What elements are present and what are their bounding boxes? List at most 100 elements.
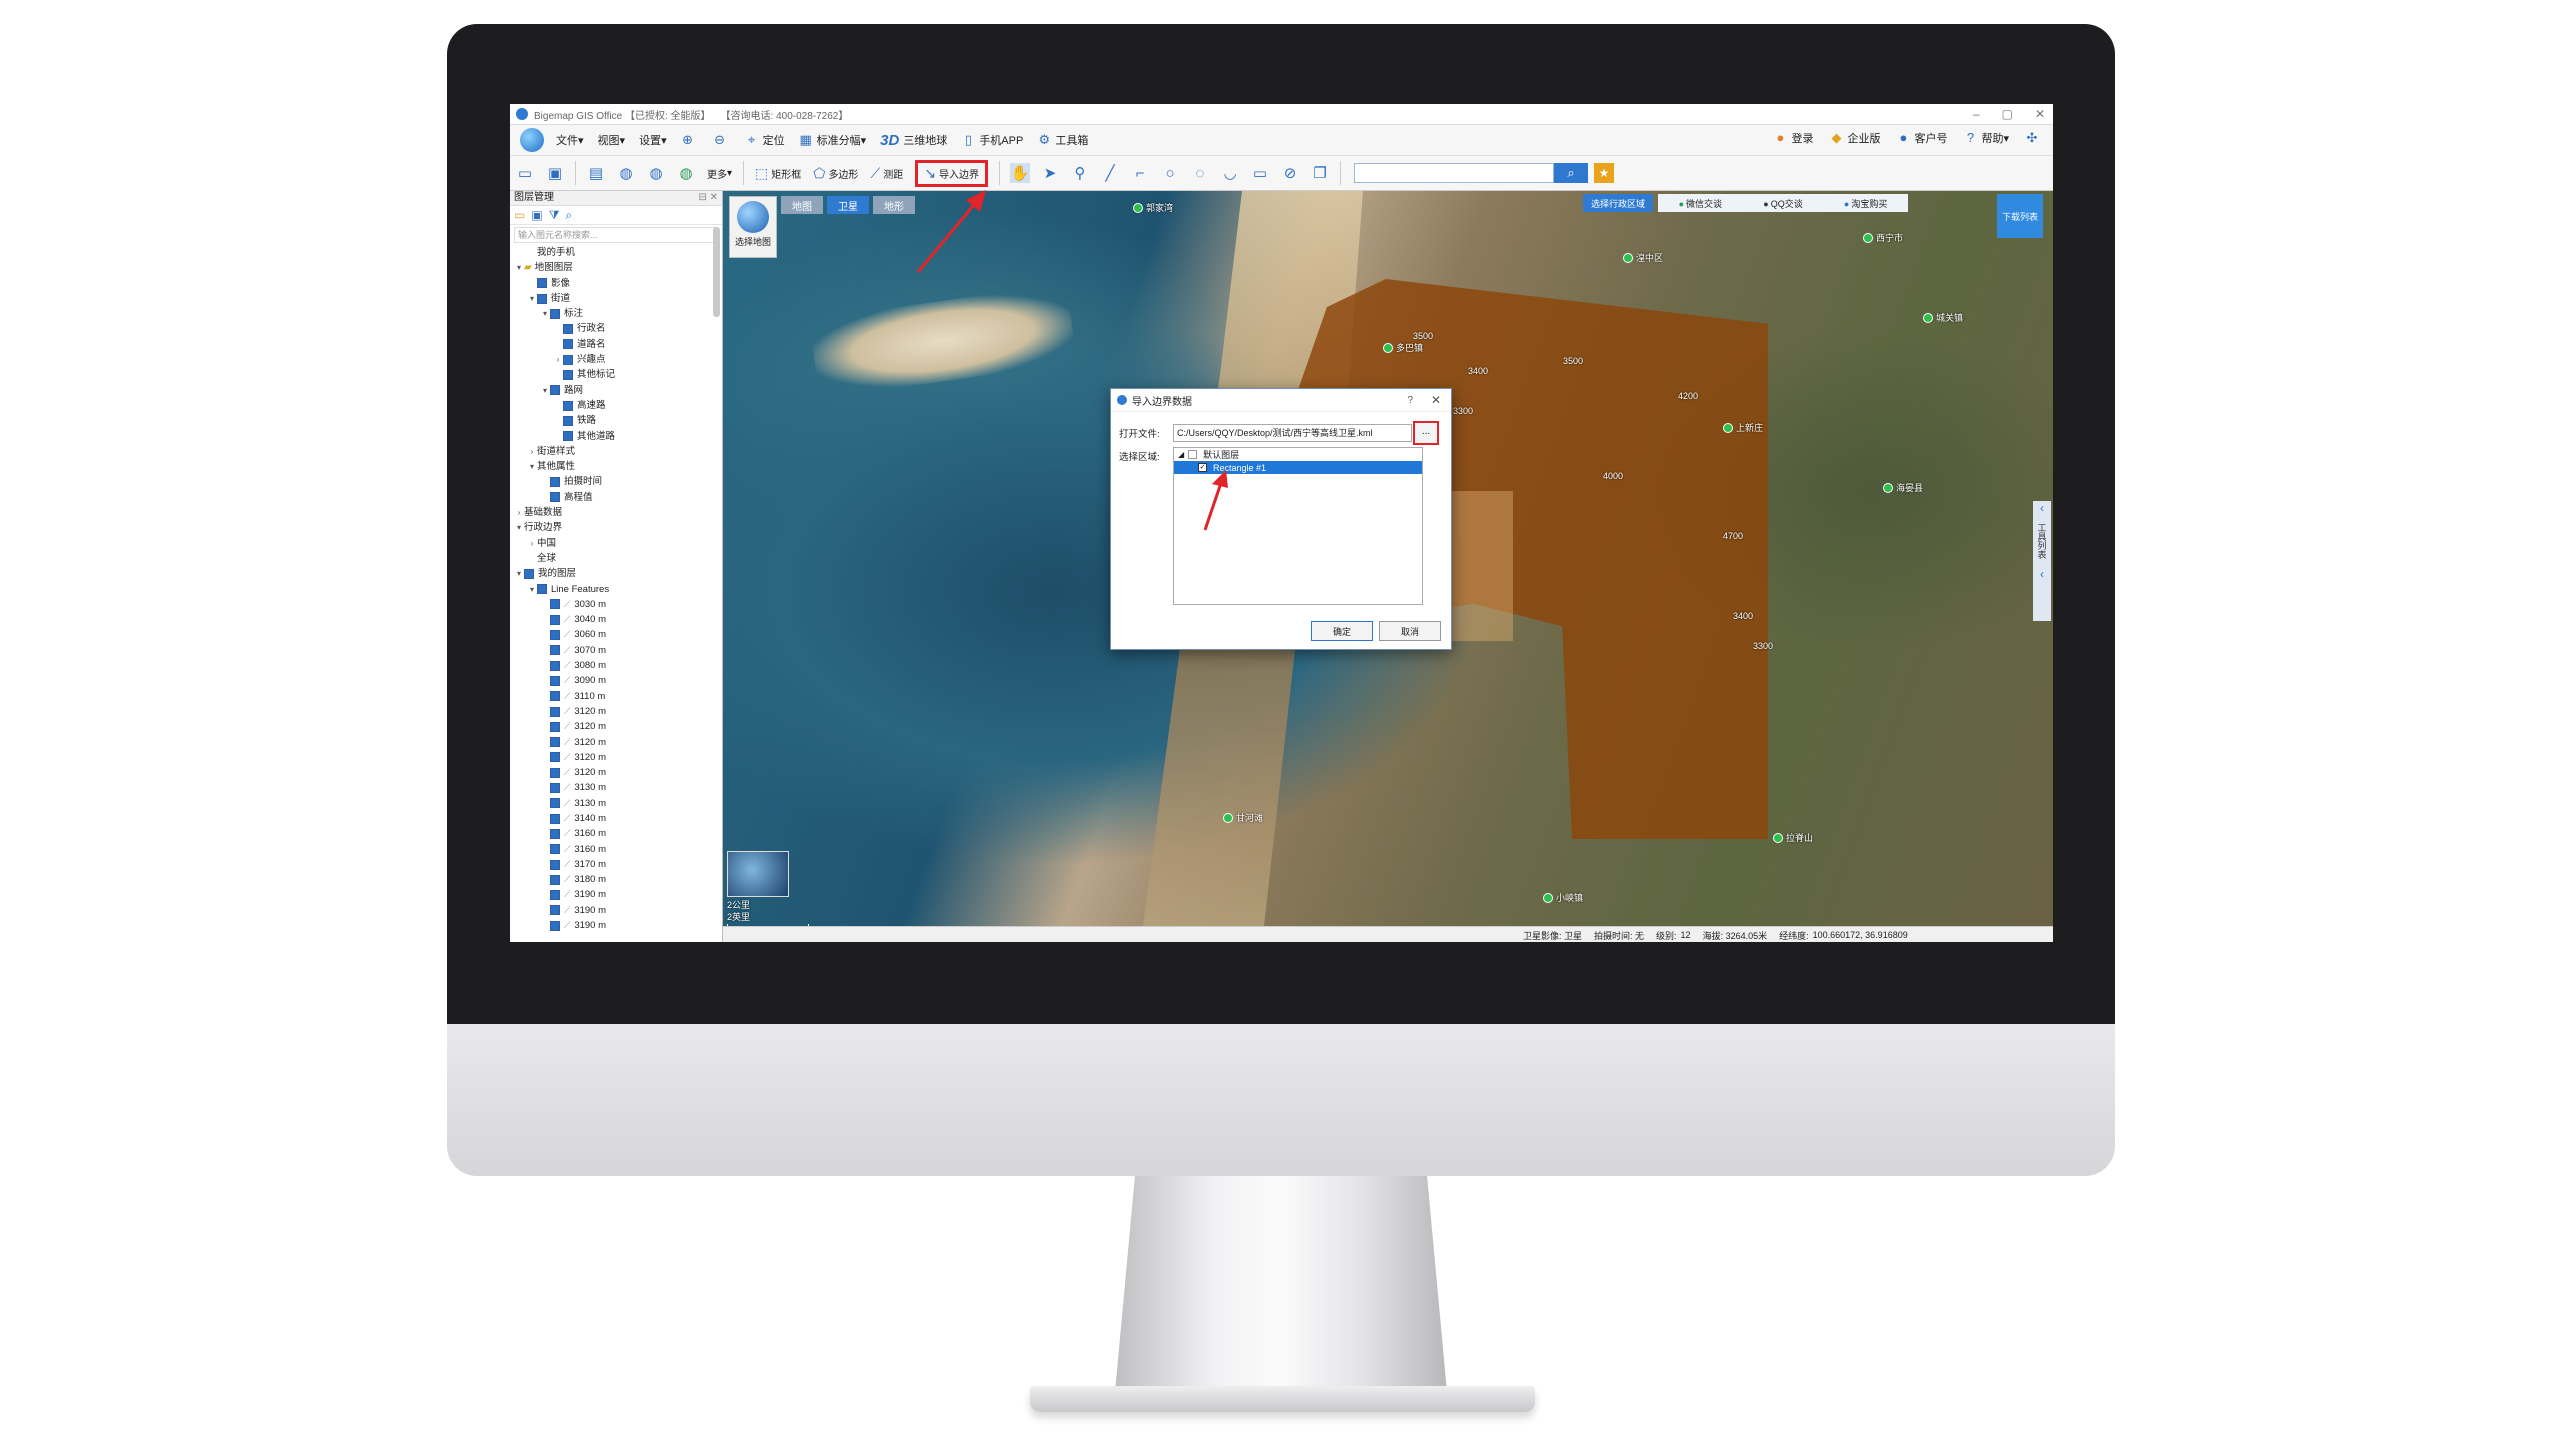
layer-checkbox[interactable] <box>563 339 573 350</box>
layer-checkbox[interactable] <box>550 798 560 809</box>
layer-tree-item[interactable]: ⟋ 3120 m <box>510 750 722 765</box>
layer-checkbox[interactable] <box>550 477 560 488</box>
layer-checkbox[interactable] <box>537 278 547 289</box>
layer-tree-item[interactable]: ⟋ 3030 m <box>510 597 722 612</box>
poi-label[interactable]: 西宁市 <box>1863 231 1903 244</box>
menu-phone-app[interactable]: ▯ 手机APP <box>961 132 1024 148</box>
layer-checkbox[interactable] <box>550 890 560 901</box>
layer-checkbox[interactable] <box>550 660 560 671</box>
maximize-icon[interactable]: ▢ <box>2002 107 2013 121</box>
layer-checkbox[interactable] <box>550 630 560 641</box>
zoom-in-button[interactable]: ⊕ <box>681 133 699 147</box>
poi-label[interactable]: 小峡镇 <box>1543 891 1583 904</box>
layer-checkbox[interactable] <box>550 614 560 625</box>
tab-map[interactable]: 地图 <box>781 196 823 214</box>
marker-icon[interactable]: ⚲ <box>1070 163 1090 183</box>
expand-icon[interactable]: ▾ <box>527 582 537 597</box>
poi-label[interactable]: 上新庄 <box>1723 421 1763 434</box>
import-boundary-button[interactable]: ↘ 导入边界 <box>915 159 988 187</box>
search-input[interactable] <box>1353 163 1554 183</box>
layer-tree-item[interactable]: ⟋ 3190 m <box>510 887 722 902</box>
ok-button[interactable]: 确定 <box>1311 621 1373 641</box>
login-button[interactable]: ● 登录 <box>1773 130 1814 146</box>
expand-icon[interactable]: ▾ <box>540 383 550 398</box>
help-button[interactable]: ? 帮助 ▾ <box>1963 130 2009 146</box>
expand-icon[interactable]: ◢ <box>1178 450 1184 459</box>
customer-button[interactable]: ● 客户号 <box>1896 130 1948 146</box>
expand-icon[interactable]: › <box>527 444 537 459</box>
zoom-out-button[interactable]: ⊖ <box>713 133 731 147</box>
layer-checkbox[interactable] <box>550 492 560 503</box>
layer-checkbox[interactable] <box>550 920 560 931</box>
layer-tree-item[interactable]: › 基础数据 <box>510 505 722 520</box>
layer-checkbox[interactable] <box>537 584 547 595</box>
download-list-button[interactable]: 下载列表 <box>1997 194 2043 238</box>
layer-tree-item[interactable]: ⟋ 3070 m <box>510 643 722 658</box>
search-button[interactable]: ⌕ <box>1553 163 1588 183</box>
globe-alt-icon[interactable]: ◍ <box>646 163 666 183</box>
poi-label[interactable]: 拉脊山 <box>1773 831 1813 844</box>
expand-icon[interactable]: ▾ <box>527 291 537 306</box>
rectangle-button[interactable]: ⬚ 矩形框 <box>755 165 801 182</box>
layer-tree-item[interactable]: › 兴趣点 <box>510 352 722 367</box>
menu-toolbox[interactable]: ⚙ 工具箱 <box>1037 132 1089 148</box>
layer-tree-item[interactable]: ⟋ 3120 m <box>510 765 722 780</box>
layer-checkbox[interactable] <box>563 324 573 335</box>
favorite-button[interactable]: ★ <box>1593 163 1614 183</box>
earth-icon[interactable]: ◍ <box>676 163 696 183</box>
layer-checkbox[interactable] <box>550 767 560 778</box>
layer-tree-item[interactable]: ▾ Line Features <box>510 582 722 597</box>
layer-tree-item[interactable]: 全球 <box>510 551 722 566</box>
layer-search-input[interactable]: 输入图元名称搜索... <box>514 227 718 243</box>
pan-hand-icon[interactable]: ✋ <box>1009 163 1030 183</box>
curve-icon[interactable]: ◌ <box>1190 163 1210 183</box>
layer-checkbox[interactable] <box>550 308 560 319</box>
save-icon[interactable]: ▣ <box>545 163 565 183</box>
search-layer-icon[interactable]: ⌕ <box>565 208 572 223</box>
layer-tree-item[interactable]: ⟋ 3180 m <box>510 872 722 887</box>
menu-locate[interactable]: ⌖ 定位 <box>745 132 785 148</box>
layer-tree-item[interactable]: › 中国 <box>510 536 722 551</box>
layer-tree-item[interactable]: ▾ 行政边界 <box>510 520 722 535</box>
layer-checkbox[interactable] <box>550 859 560 870</box>
layer-checkbox[interactable] <box>563 431 573 442</box>
more-button[interactable]: 更多 ▾ <box>707 166 732 181</box>
tab-satellite[interactable]: 卫星 <box>827 196 869 214</box>
layer-checkbox[interactable] <box>550 828 560 839</box>
layer-checkbox[interactable] <box>524 568 534 579</box>
layer-tree-item[interactable]: ▾ 其他属性 <box>510 459 722 474</box>
layer-tree-item[interactable]: ⟋ 3190 m <box>510 903 722 918</box>
line-icon[interactable]: ╱ <box>1100 163 1120 183</box>
layer-checkbox[interactable] <box>550 599 560 610</box>
layer-checkbox[interactable] <box>563 400 573 411</box>
choose-map-button[interactable]: 选择地图 <box>729 196 777 258</box>
layer-tree-item[interactable]: › 街道样式 <box>510 444 722 459</box>
file-path-input[interactable]: C:/Users/QQY/Desktop/测试/西宁等高线卫星.kml <box>1173 424 1412 442</box>
expand-icon[interactable]: ▾ <box>514 260 524 275</box>
open-layer-icon[interactable]: ▭ <box>514 208 525 222</box>
layer-tree-item[interactable]: 拍摄时间 <box>510 474 722 489</box>
measure-button[interactable]: ⟋ 测距 <box>870 165 903 182</box>
pointer-icon[interactable]: ➤ <box>1040 163 1060 183</box>
select-admin-region-button[interactable]: 选择行政区域 <box>1583 194 1653 212</box>
expand-icon[interactable]: ▾ <box>527 459 537 474</box>
layer-checkbox[interactable] <box>537 293 547 304</box>
layer-tree-item[interactable]: 影像 <box>510 276 722 291</box>
cancel-button[interactable]: 取消 <box>1379 621 1441 641</box>
close-icon[interactable]: ✕ <box>1431 393 1441 407</box>
layer-tree-item[interactable]: ▾ 标注 <box>510 306 722 321</box>
layer-checkbox[interactable] <box>550 905 560 916</box>
menu-view[interactable]: 视图 ▾ <box>598 132 626 148</box>
expand-icon[interactable]: ▾ <box>514 566 524 581</box>
network-button[interactable]: ✣ <box>2025 131 2043 145</box>
layer-tree-item[interactable]: ⟋ 3110 m <box>510 689 722 704</box>
ruler-tool-icon[interactable]: ⊘ <box>1280 163 1300 183</box>
layer-tree-item[interactable]: ⟋ 3090 m <box>510 673 722 688</box>
layer-checkbox[interactable] <box>550 752 560 763</box>
menu-grid[interactable]: ▦ 标准分幅 ▾ <box>799 132 866 148</box>
polygon-button[interactable]: ⬠ 多边形 <box>813 165 858 182</box>
layer-checkbox[interactable] <box>563 415 573 426</box>
arc-icon[interactable]: ◡ <box>1220 163 1240 183</box>
layer-tree-item[interactable]: 其他道路 <box>510 429 722 444</box>
tab-terrain[interactable]: 地形 <box>873 196 915 214</box>
